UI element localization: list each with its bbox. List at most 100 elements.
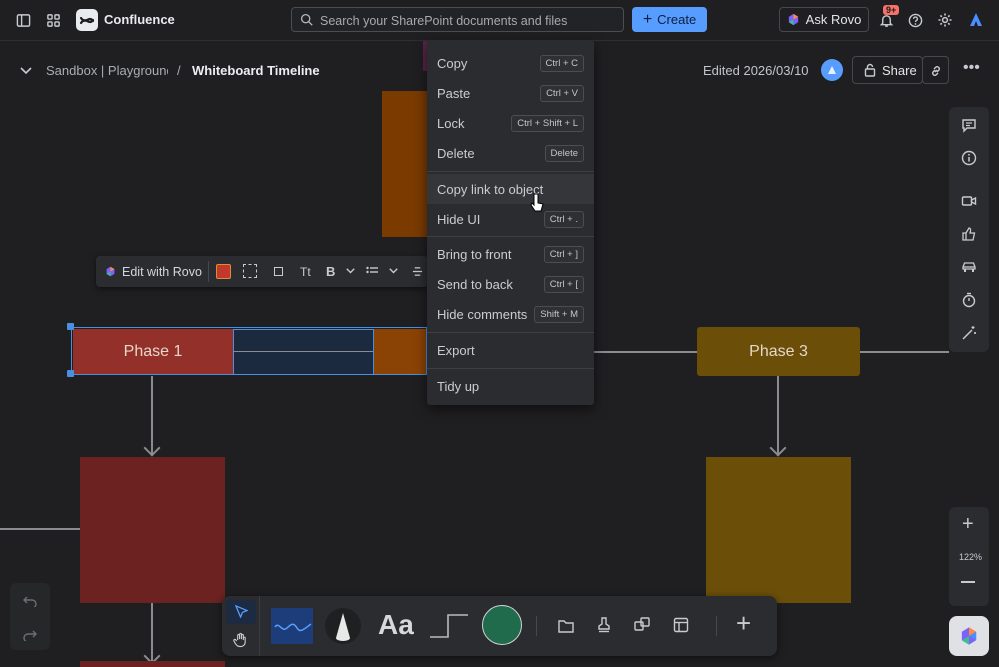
create-button[interactable]: + Create (632, 7, 707, 32)
menu-item-copy-link[interactable]: Copy link to object (427, 174, 594, 204)
selection-outline (71, 327, 427, 375)
breadcrumb-parent[interactable]: Sandbox | Playground (46, 63, 168, 78)
app-switcher-icon[interactable] (43, 10, 63, 30)
red-card-bottom[interactable] (80, 661, 225, 667)
menu-divider (427, 332, 594, 333)
shortcut-delete: Delete (544, 145, 584, 162)
strikethrough-icon[interactable] (412, 266, 423, 277)
divider (536, 616, 537, 636)
context-menu: Copy Ctrl + C Paste Ctrl + V Lock Ctrl + Sh… (427, 40, 594, 405)
zoom-level[interactable]: 122% (959, 552, 982, 562)
menu-item-copy[interactable]: Copy Ctrl + C (427, 48, 594, 78)
search-icon (300, 13, 313, 26)
shape-square-icon[interactable] (274, 267, 283, 276)
timer-icon[interactable] (961, 292, 977, 308)
pen-tool[interactable] (271, 608, 313, 644)
zoom-in-button[interactable]: + (962, 513, 974, 536)
add-icon[interactable]: + (736, 610, 751, 636)
menu-divider (427, 236, 594, 237)
rovo-icon (788, 13, 798, 26)
rovo-chat-button[interactable] (949, 616, 989, 656)
zoom-controls: + 122% (949, 507, 989, 606)
menu-item-lock[interactable]: Lock Ctrl + Shift + L (427, 108, 594, 138)
thumbs-up-icon[interactable] (961, 226, 977, 242)
fill-color-swatch[interactable] (216, 264, 231, 279)
color-tool[interactable] (482, 605, 522, 645)
selection-handle-bl[interactable] (67, 370, 74, 377)
divider (716, 616, 717, 636)
car-icon[interactable] (961, 259, 977, 275)
menu-item-hide-ui[interactable]: Hide UI Ctrl + . (427, 204, 594, 234)
bold-icon[interactable]: B (326, 264, 335, 279)
template-icon[interactable] (673, 617, 689, 633)
search-input[interactable] (318, 8, 622, 33)
menu-item-export[interactable]: Export (427, 335, 594, 365)
breadcrumb-separator: / (177, 63, 181, 78)
phase-3-box[interactable]: Phase 3 (697, 327, 860, 376)
share-label: Share (882, 63, 917, 78)
hand-icon[interactable] (233, 632, 248, 648)
undo-icon[interactable] (23, 595, 37, 607)
sticker-icon[interactable] (634, 617, 651, 633)
connector-icon[interactable] (429, 613, 469, 639)
edit-with-rovo-button[interactable]: Edit with Rovo (122, 265, 202, 279)
search-box[interactable] (291, 7, 624, 33)
orange-card-top[interactable] (382, 91, 428, 237)
top-navigation-bar: Confluence + Create Ask Rovo 9+ (0, 0, 999, 41)
ask-rovo-button[interactable]: Ask Rovo (779, 7, 869, 32)
magic-wand-icon[interactable] (961, 325, 977, 341)
shape-tool[interactable] (325, 608, 361, 644)
sidebar-toggle-icon[interactable] (13, 10, 33, 30)
redo-icon[interactable] (23, 629, 37, 641)
shortcut-hide-comments: Shift + M (534, 306, 584, 323)
divider (259, 596, 260, 656)
menu-item-tidy-up[interactable]: Tidy up (427, 371, 594, 401)
pointer-cursor-icon (530, 193, 544, 212)
timeline-line-right[interactable] (594, 351, 697, 353)
undo-redo-panel (10, 583, 50, 650)
help-icon[interactable] (905, 10, 925, 30)
text-tool[interactable]: Aa (378, 609, 414, 641)
frame-icon[interactable] (558, 618, 574, 633)
avatar[interactable] (821, 59, 843, 81)
create-label: Create (657, 12, 697, 27)
selection-handle-tl[interactable] (67, 323, 74, 330)
arrowhead-phase1 (143, 439, 161, 457)
chevron-down-icon[interactable] (20, 67, 32, 75)
shortcut-hide-ui: Ctrl + . (543, 211, 584, 228)
chevron-down-icon[interactable] (389, 268, 398, 274)
video-icon[interactable] (961, 193, 977, 209)
red-card[interactable] (80, 457, 225, 603)
text-style-icon[interactable]: Tt (300, 265, 311, 279)
app-name[interactable]: Confluence (104, 12, 175, 27)
menu-item-delete[interactable]: Delete Delete (427, 138, 594, 168)
timeline-line-far-right[interactable] (860, 351, 949, 353)
list-icon[interactable] (366, 266, 378, 277)
more-options-icon[interactable]: ••• (963, 60, 980, 78)
select-icon (235, 605, 248, 618)
border-style-icon[interactable] (243, 264, 257, 278)
menu-item-bring-to-front[interactable]: Bring to front Ctrl + ] (427, 239, 594, 269)
link-icon (932, 66, 940, 76)
olive-card[interactable] (706, 457, 851, 603)
settings-gear-icon[interactable] (935, 10, 955, 30)
chevron-down-icon[interactable] (346, 268, 355, 274)
zoom-out-button[interactable] (961, 581, 975, 583)
select-tool-active[interactable] (226, 600, 256, 624)
menu-item-paste[interactable]: Paste Ctrl + V (427, 78, 594, 108)
shortcut-send-back: Ctrl + [ (543, 276, 584, 293)
menu-item-hide-comments[interactable]: Hide comments Shift + M (427, 299, 594, 329)
atlassian-logo-icon[interactable] (966, 10, 986, 30)
confluence-logo-icon[interactable] (76, 9, 98, 31)
timeline-line-left[interactable] (0, 528, 80, 530)
comment-icon[interactable] (961, 117, 977, 133)
menu-item-send-to-back[interactable]: Send to back Ctrl + [ (427, 269, 594, 299)
copy-link-button[interactable] (922, 56, 949, 84)
page-title[interactable]: Whiteboard Timeline (192, 63, 320, 78)
share-button[interactable]: Share (852, 56, 923, 84)
shortcut-lock: Ctrl + Shift + L (511, 115, 584, 132)
stamp-icon[interactable] (596, 617, 612, 633)
info-icon[interactable] (961, 150, 977, 166)
last-edited[interactable]: Edited 2026/03/10 (703, 63, 809, 78)
cone-shape-icon (336, 613, 350, 641)
